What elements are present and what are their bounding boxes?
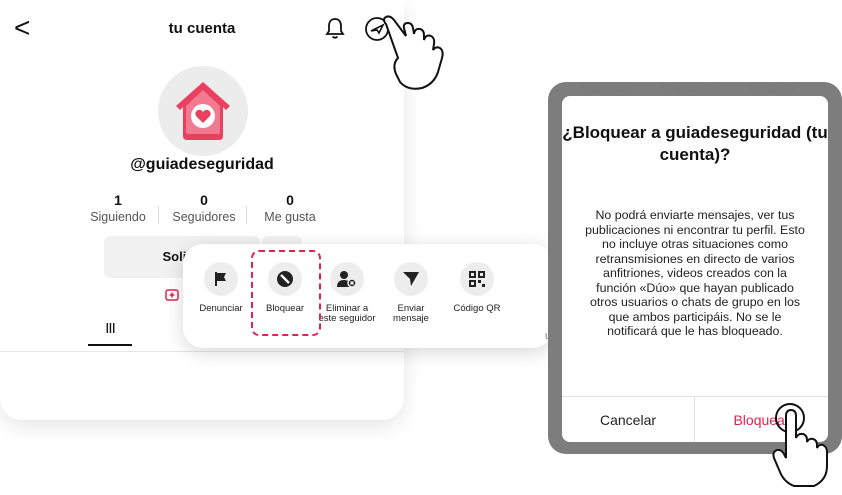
stat-followers[interactable]: 0 Seguidores [164,192,244,224]
qr-code-icon [460,262,494,296]
tab-followers-peek: Seguidores [660,83,719,95]
stat-divider [158,206,159,224]
stat-likes-label: Me gusta [264,210,316,224]
stat-likes[interactable]: 0 Me gusta [250,192,330,224]
stat-following-label: Siguiendo [90,210,146,224]
stat-likes-value: 0 [286,192,294,208]
stat-divider [246,206,247,224]
dialog-body: No podrá enviarte mensajes, ver tus publ… [585,208,805,338]
stat-followers-label: Seguidores [172,210,236,224]
remove-follower-icon [330,262,364,296]
avatar [158,66,248,156]
tab-following-peek: Siguiendo [580,83,632,95]
send-icon [394,262,428,296]
profile-handle: @guiadeseguridad [130,156,274,173]
add-friend-icon[interactable] [165,288,179,305]
stat-followers-value: 0 [200,192,208,208]
cancel-button[interactable]: Cancelar [562,398,694,442]
tabs-peek: Siguiendo Seguidores Me gusta [574,83,834,95]
bell-icon[interactable] [324,16,346,45]
remove-follower-label: Eliminar a este seguidor [318,303,376,324]
dialog-title: ¿Bloquear a guiadeseguridad (tu cuenta)? [562,123,828,164]
flag-icon [204,262,238,296]
tab-videos-grid[interactable]: III [88,320,132,337]
qr-code-action[interactable]: Código QR [446,262,508,314]
dialog-divider [562,396,828,397]
stat-following[interactable]: 1 Siguiendo [78,192,158,224]
report-label: Denunciar [199,303,243,314]
hand-pointer-icon [380,14,464,101]
tab-likes-peek: Me gusta [747,83,796,95]
qr-code-label: Código QR [453,303,501,314]
stat-following-value: 1 [114,192,122,208]
tab-indicator [88,344,132,346]
block-highlight [251,250,321,336]
tab-divider [0,351,404,352]
send-message-action[interactable]: Enviar mensaje [380,262,442,324]
send-message-label: Enviar mensaje [393,303,429,324]
remove-follower-action[interactable]: Eliminar a este seguidor [316,262,378,324]
hand-pointer-icon [770,402,834,495]
report-action[interactable]: Denunciar [190,262,252,314]
